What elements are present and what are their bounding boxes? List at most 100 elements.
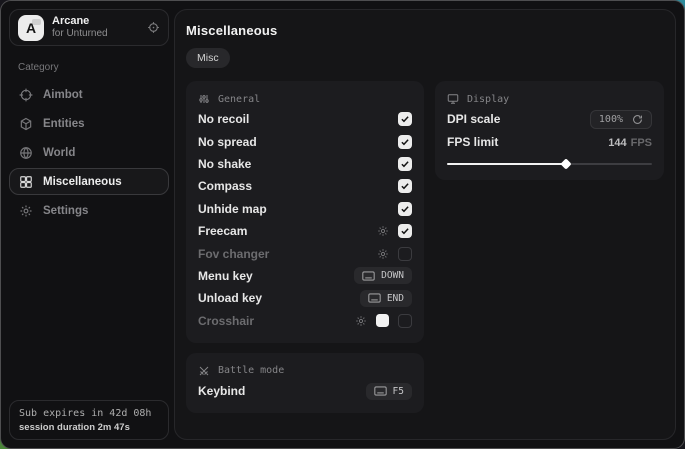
target-icon[interactable] bbox=[147, 21, 160, 34]
crosshair-icon bbox=[19, 88, 33, 102]
setting-row-no-recoil: No recoil bbox=[198, 108, 412, 130]
fps-slider[interactable] bbox=[447, 159, 652, 169]
setting-row-crosshair: Crosshair bbox=[198, 310, 412, 332]
setting-row-unload-key: Unload key END bbox=[198, 287, 412, 309]
setting-row-keybind: Keybind F5 bbox=[198, 380, 412, 402]
general-card: General No recoil No spread bbox=[186, 81, 424, 343]
sidebar-item-label: Aimbot bbox=[43, 89, 83, 101]
setting-row-fps-limit: FPS limit 144 FPS bbox=[447, 130, 652, 152]
card-title: Battle mode bbox=[218, 365, 284, 376]
sidebar-item-label: World bbox=[43, 147, 75, 159]
no-recoil-checkbox[interactable] bbox=[398, 112, 412, 126]
check-icon bbox=[400, 114, 410, 124]
gear-icon bbox=[19, 204, 33, 218]
compass-checkbox[interactable] bbox=[398, 179, 412, 193]
setting-row-freecam: Freecam bbox=[198, 220, 412, 242]
freecam-settings-gear-icon[interactable] bbox=[377, 225, 389, 237]
sidebar-item-entities[interactable]: Entities bbox=[9, 110, 169, 137]
setting-label: No spread bbox=[198, 135, 257, 149]
setting-label: Compass bbox=[198, 179, 252, 193]
page-title: Miscellaneous bbox=[186, 23, 664, 38]
globe-icon bbox=[19, 146, 33, 160]
freecam-checkbox[interactable] bbox=[398, 224, 412, 238]
keyboard-icon bbox=[374, 386, 387, 396]
crosshair-color-swatch[interactable] bbox=[376, 314, 389, 327]
keyboard-icon bbox=[368, 293, 381, 303]
monitor-icon bbox=[447, 93, 459, 105]
sliders-icon bbox=[198, 93, 210, 105]
display-card: Display DPI scale 100% bbox=[435, 81, 664, 180]
setting-label: Menu key bbox=[198, 269, 253, 283]
setting-row-no-spread: No spread bbox=[198, 130, 412, 152]
unhide-map-checkbox[interactable] bbox=[398, 202, 412, 216]
brand-card: A Arcane for Unturned bbox=[9, 9, 169, 46]
setting-label: Unload key bbox=[198, 291, 262, 305]
sidebar-item-label: Entities bbox=[43, 118, 85, 130]
session-duration-text: session duration 2m 47s bbox=[19, 422, 159, 433]
no-shake-checkbox[interactable] bbox=[398, 157, 412, 171]
setting-row-no-shake: No shake bbox=[198, 153, 412, 175]
setting-label: DPI scale bbox=[447, 112, 500, 126]
slider-fill bbox=[447, 163, 566, 166]
fov-settings-gear-icon[interactable] bbox=[377, 248, 389, 260]
menu-key-binding[interactable]: DOWN bbox=[354, 267, 412, 284]
crosshair-settings-gear-icon[interactable] bbox=[355, 315, 367, 327]
logo-letter: A bbox=[26, 20, 36, 36]
setting-row-dpi-scale: DPI scale 100% bbox=[447, 108, 652, 130]
setting-label: Crosshair bbox=[198, 314, 254, 328]
unload-key-binding[interactable]: END bbox=[360, 290, 412, 307]
setting-row-fov-changer: Fov changer bbox=[198, 242, 412, 264]
setting-label: No recoil bbox=[198, 112, 249, 126]
fps-unit: FPS bbox=[631, 137, 652, 149]
setting-label: FPS limit bbox=[447, 135, 498, 149]
layout-grid-icon bbox=[19, 175, 33, 189]
dpi-value: 100% bbox=[599, 114, 623, 125]
sidebar: A Arcane for Unturned Category Aimbot bbox=[9, 9, 169, 440]
category-label: Category bbox=[18, 62, 160, 73]
key-value: F5 bbox=[393, 386, 404, 397]
reset-icon[interactable] bbox=[632, 114, 643, 125]
sidebar-item-aimbot[interactable]: Aimbot bbox=[9, 81, 169, 108]
check-icon bbox=[400, 226, 410, 236]
crosshair-checkbox[interactable] bbox=[398, 314, 412, 328]
key-value: END bbox=[387, 293, 404, 304]
cube-icon bbox=[19, 117, 33, 131]
subscription-status-card: Sub expires in 42d 08h session duration … bbox=[9, 400, 169, 440]
check-icon bbox=[400, 181, 410, 191]
no-spread-checkbox[interactable] bbox=[398, 135, 412, 149]
swords-icon bbox=[198, 365, 210, 377]
setting-row-compass: Compass bbox=[198, 175, 412, 197]
fov-changer-checkbox[interactable] bbox=[398, 247, 412, 261]
check-icon bbox=[400, 159, 410, 169]
brand-title: Arcane bbox=[52, 15, 108, 28]
setting-label: No shake bbox=[198, 157, 251, 171]
keyboard-icon bbox=[362, 271, 375, 281]
sub-expiry-text: Sub expires in 42d 08h bbox=[19, 408, 159, 419]
check-icon bbox=[400, 204, 410, 214]
setting-row-menu-key: Menu key DOWN bbox=[198, 265, 412, 287]
setting-label: Fov changer bbox=[198, 247, 269, 261]
app-logo: A bbox=[18, 15, 44, 41]
setting-label: Keybind bbox=[198, 384, 245, 398]
dpi-scale-control[interactable]: 100% bbox=[590, 110, 652, 129]
tab-misc[interactable]: Misc bbox=[186, 48, 230, 68]
main-panel: Miscellaneous Misc General bbox=[174, 9, 676, 440]
slider-thumb[interactable] bbox=[560, 158, 571, 169]
app-window: A Arcane for Unturned Category Aimbot bbox=[0, 0, 685, 449]
card-title: General bbox=[218, 94, 260, 105]
sidebar-item-label: Settings bbox=[43, 205, 88, 217]
battle-mode-card: Battle mode Keybind F5 bbox=[186, 353, 424, 413]
sidebar-item-settings[interactable]: Settings bbox=[9, 197, 169, 224]
check-icon bbox=[400, 137, 410, 147]
sidebar-item-miscellaneous[interactable]: Miscellaneous bbox=[9, 168, 169, 195]
brand-subtitle: for Unturned bbox=[52, 28, 108, 40]
card-title: Display bbox=[467, 94, 509, 105]
setting-label: Unhide map bbox=[198, 202, 267, 216]
sidebar-item-label: Miscellaneous bbox=[43, 176, 122, 188]
sidebar-item-world[interactable]: World bbox=[9, 139, 169, 166]
battle-keybind[interactable]: F5 bbox=[366, 383, 412, 400]
setting-row-unhide-map: Unhide map bbox=[198, 198, 412, 220]
fps-value: 144 bbox=[608, 137, 626, 149]
key-value: DOWN bbox=[381, 270, 404, 281]
setting-label: Freecam bbox=[198, 224, 247, 238]
